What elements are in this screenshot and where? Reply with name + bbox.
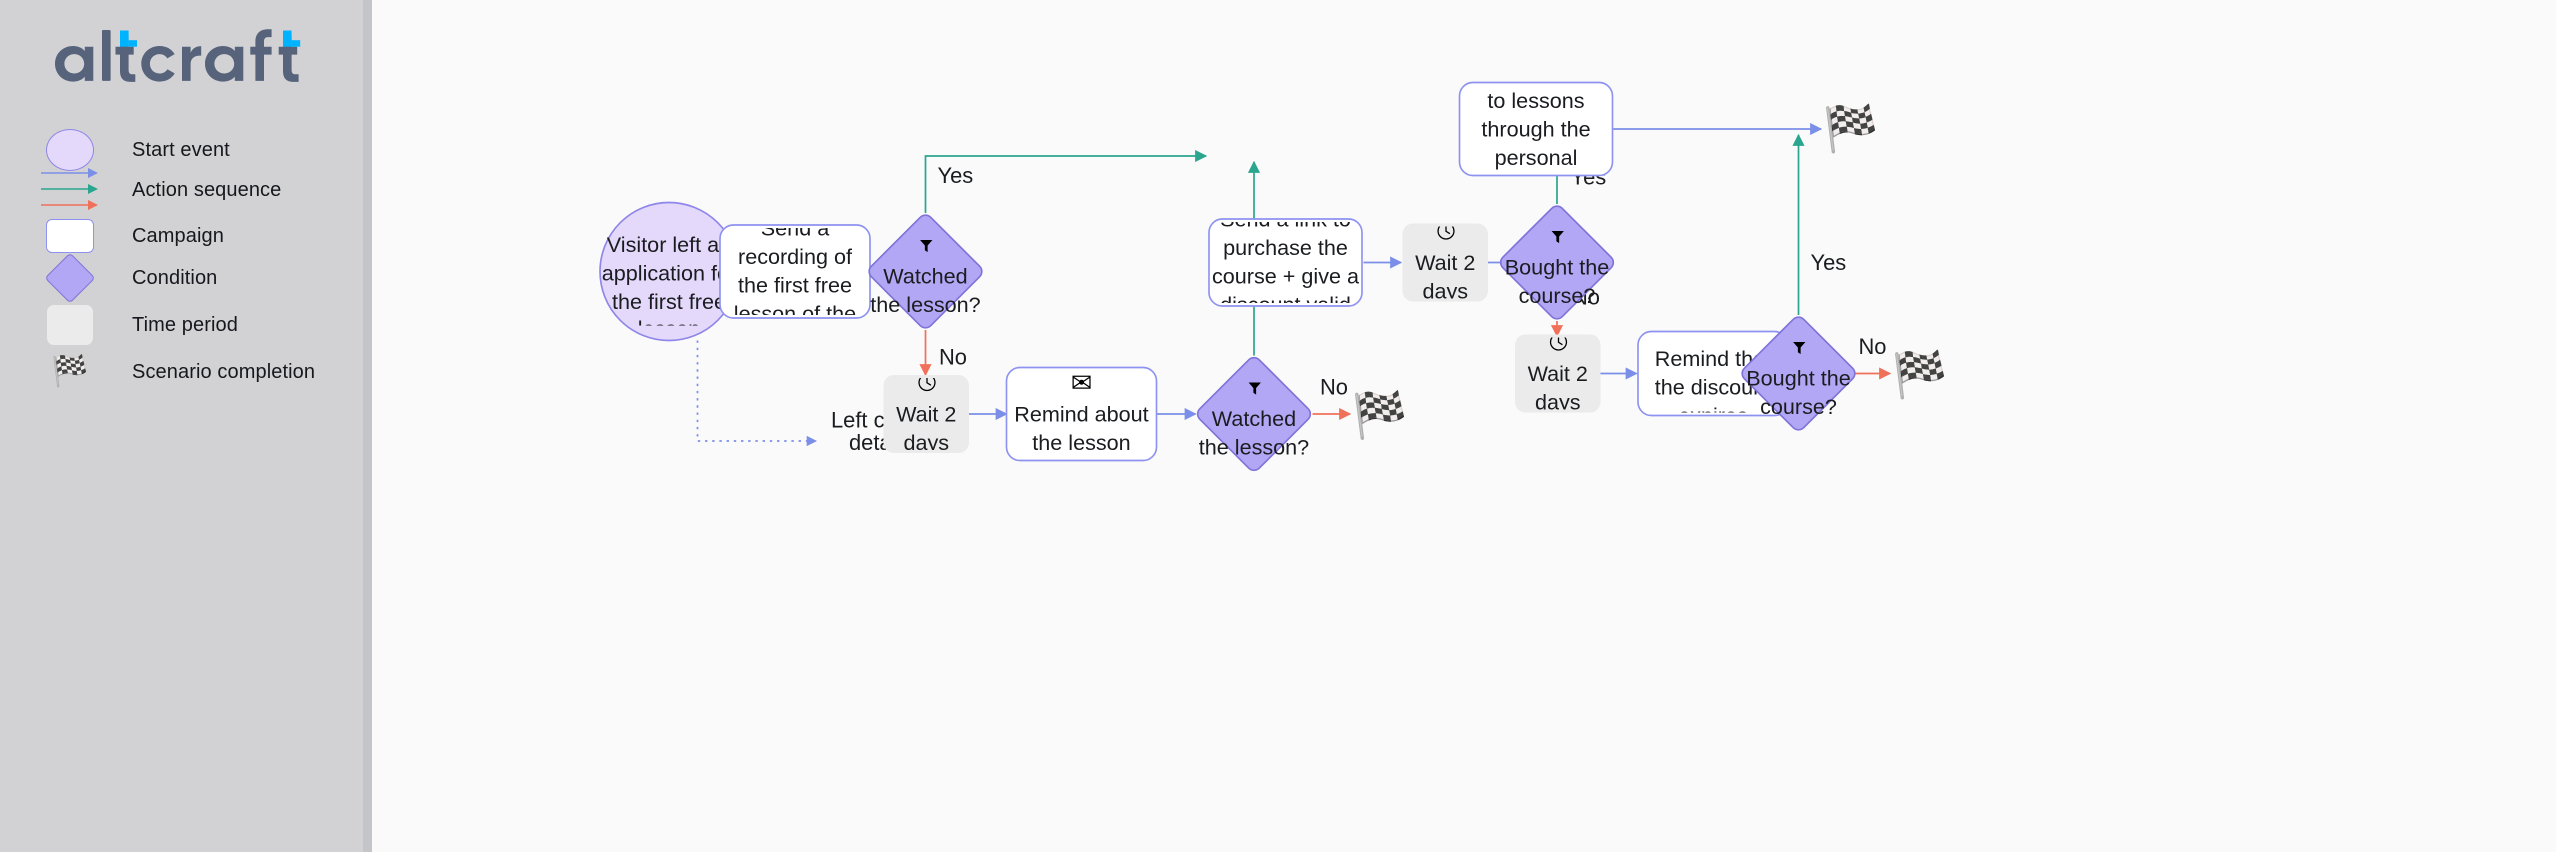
edge-label-no: No xyxy=(1320,375,1348,400)
legend-label: Action sequence xyxy=(132,178,282,201)
filter-icon xyxy=(1549,231,1566,248)
edge-label-no: No xyxy=(1859,334,1887,359)
node-campaign-remind-lesson[interactable]: ✉ Remind about the lesson xyxy=(1005,366,1158,462)
node-label: Wait 2 days xyxy=(1527,362,1588,410)
time-period-rect-icon xyxy=(32,299,108,351)
edge-left-contact-details xyxy=(696,340,818,447)
node-label: Provide access to lessons through the pe… xyxy=(1481,89,1591,171)
envelope-icon: ✉ xyxy=(1070,370,1093,397)
node-label: Wait 2 days xyxy=(896,402,957,450)
node-start-event[interactable]: Visitor left an application for the firs… xyxy=(599,201,739,342)
envelope-icon: ✉ xyxy=(1702,335,1723,341)
sidebar-divider xyxy=(363,0,372,852)
altcraft-logo xyxy=(46,28,316,90)
filter-icon xyxy=(1790,342,1807,359)
node-flag-completion-2: 🏁 xyxy=(1823,103,1879,154)
filter-icon xyxy=(1246,382,1263,400)
action-sequence-arrows-icon xyxy=(32,164,108,216)
clock-icon xyxy=(1436,226,1454,244)
app-root: Start event Action sequence Campaign Con… xyxy=(0,0,2556,852)
scenario-flowchart[interactable]: Yes No Yes No Yes No Yes No Left contact… xyxy=(372,0,2556,852)
node-label: Visitor left an application for the firs… xyxy=(601,233,736,326)
legend-label: Campaign xyxy=(132,224,224,247)
svg-text:🏁: 🏁 xyxy=(1823,103,1879,154)
clock-icon xyxy=(917,378,935,395)
flow-canvas[interactable]: Yes No Yes No Yes No Yes No Left contact… xyxy=(372,0,2556,852)
node-flag-completion-1: 🏁 xyxy=(1352,390,1408,441)
checkered-flag-icon: 🏁 xyxy=(51,355,89,388)
node-campaign-send-recording[interactable]: ✉ Send a recording of the first free les… xyxy=(719,224,871,319)
legend-item-time-period: Time period xyxy=(0,299,363,351)
legend-label: Condition xyxy=(132,266,218,289)
node-time-wait-2[interactable]: Wait 2 days xyxy=(1402,223,1489,302)
person-add-icon xyxy=(658,221,681,227)
node-label: Watched the lesson? xyxy=(1198,407,1310,455)
logo-accent xyxy=(120,30,301,47)
node-condition-watched-lesson-1[interactable]: Watched the lesson? xyxy=(866,212,985,331)
legend-label: Scenario completion xyxy=(132,360,316,383)
legend-item-scenario-completion: 🏁 Scenario completion xyxy=(0,346,363,398)
node-label: Send a link to purchase the course + giv… xyxy=(1212,222,1359,303)
svg-text:🏁: 🏁 xyxy=(1892,349,1948,400)
node-label: Bought the course? xyxy=(1746,366,1851,414)
node-label: Send a recording of the first free lesso… xyxy=(733,228,857,315)
clock-icon xyxy=(1549,337,1567,355)
node-time-wait-1[interactable]: Wait 2 days xyxy=(883,375,970,453)
legend-item-action-sequence: Action sequence xyxy=(0,164,363,216)
node-condition-watched-lesson-2[interactable]: Watched the lesson? xyxy=(1195,355,1314,474)
edge-label-no: No xyxy=(939,345,967,370)
node-flag-completion-3: 🏁 xyxy=(1892,349,1948,400)
legend-sidebar: Start event Action sequence Campaign Con… xyxy=(0,0,363,852)
node-label: Watched the lesson? xyxy=(870,264,981,312)
node-campaign-purchase-link[interactable]: ✉ Send a link to purchase the course + g… xyxy=(1208,218,1363,307)
svg-text:🏁: 🏁 xyxy=(1352,390,1408,441)
node-campaign-provide-access[interactable]: ✉ Provide access to lessons through the … xyxy=(1458,81,1614,177)
edge-label-yes: Yes xyxy=(1811,250,1847,275)
node-label: Remind about the lesson xyxy=(1014,402,1149,456)
node-label: Bought the course? xyxy=(1504,255,1610,303)
node-time-wait-3[interactable]: Wait 2 days xyxy=(1515,334,1601,413)
legend-label: Time period xyxy=(132,313,238,336)
legend-item-condition: Condition xyxy=(0,252,363,304)
edge-label-yes: Yes xyxy=(938,163,974,188)
node-label: Wait 2 days xyxy=(1415,251,1476,299)
legend-label: Start event xyxy=(132,138,230,161)
condition-diamond-icon xyxy=(32,252,108,304)
filter-icon xyxy=(917,240,934,257)
